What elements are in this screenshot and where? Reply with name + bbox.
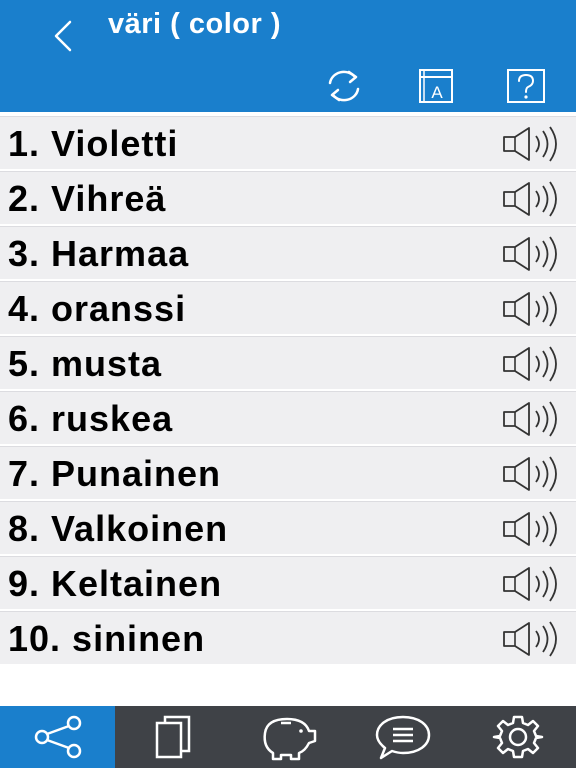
- word-row[interactable]: 5. musta: [0, 336, 576, 389]
- speaker-icon: [503, 456, 557, 492]
- refresh-button[interactable]: [322, 66, 366, 106]
- word-list: 1. Violetti 2. Vihreä 3. Harmaa 4. oranssi 5…: [0, 116, 576, 666]
- word-row[interactable]: 7. Punainen: [0, 446, 576, 499]
- play-audio-button[interactable]: [500, 510, 566, 548]
- speaker-icon: [503, 291, 557, 327]
- play-audio-button[interactable]: [500, 455, 566, 493]
- tab-chat[interactable]: [346, 706, 461, 768]
- play-audio-button[interactable]: [500, 565, 566, 603]
- speaker-icon: [503, 401, 557, 437]
- play-audio-button[interactable]: [500, 620, 566, 658]
- play-audio-button[interactable]: [500, 290, 566, 328]
- speaker-icon: [503, 236, 557, 272]
- word-row[interactable]: 6. ruskea: [0, 391, 576, 444]
- help-button[interactable]: [504, 66, 548, 106]
- tab-cards[interactable]: [115, 706, 230, 768]
- word-label: 9. Keltainen: [8, 563, 223, 604]
- word-label: 1. Violetti: [8, 123, 179, 164]
- share-icon: [28, 715, 88, 759]
- speaker-icon: [503, 621, 557, 657]
- word-label: 8. Valkoinen: [8, 508, 229, 549]
- play-audio-button[interactable]: [500, 180, 566, 218]
- speaker-icon: [503, 346, 557, 382]
- bottom-nav: [0, 706, 576, 768]
- piggy-bank-icon: [255, 713, 321, 761]
- play-audio-button[interactable]: [500, 345, 566, 383]
- tab-settings[interactable]: [461, 706, 576, 768]
- word-row[interactable]: 4. oranssi: [0, 281, 576, 334]
- tab-share[interactable]: [0, 706, 116, 768]
- word-label: 2. Vihreä: [8, 178, 167, 219]
- word-row[interactable]: 1. Violetti: [0, 116, 576, 169]
- header-bar: väri ( color ) A: [0, 0, 576, 112]
- back-button[interactable]: [44, 18, 84, 54]
- word-row[interactable]: 10. sininen: [0, 611, 576, 664]
- play-audio-button[interactable]: [500, 125, 566, 163]
- word-label: 6. ruskea: [8, 398, 174, 439]
- page-title: väri ( color ): [108, 8, 281, 40]
- speaker-icon: [503, 181, 557, 217]
- word-label: 4. oranssi: [8, 288, 187, 329]
- word-row[interactable]: 8. Valkoinen: [0, 501, 576, 554]
- dictionary-button[interactable]: A: [414, 66, 458, 106]
- refresh-icon: [328, 70, 360, 102]
- word-label: 10. sininen: [8, 618, 206, 659]
- chevron-left-icon: [54, 20, 72, 52]
- play-audio-button[interactable]: [500, 400, 566, 438]
- speaker-icon: [503, 126, 557, 162]
- play-audio-button[interactable]: [500, 235, 566, 273]
- speaker-icon: [503, 566, 557, 602]
- svg-text:A: A: [431, 83, 443, 102]
- speaker-icon: [503, 511, 557, 547]
- word-label: 5. musta: [8, 343, 163, 384]
- word-label: 3. Harmaa: [8, 233, 190, 274]
- chat-icon: [373, 713, 433, 761]
- cards-icon: [143, 713, 203, 761]
- tab-piggy-bank[interactable]: [230, 706, 345, 768]
- settings-icon: [488, 712, 548, 762]
- word-row[interactable]: 3. Harmaa: [0, 226, 576, 279]
- help-icon: [507, 69, 545, 103]
- word-label: 7. Punainen: [8, 453, 222, 494]
- word-row[interactable]: 9. Keltainen: [0, 556, 576, 609]
- word-row[interactable]: 2. Vihreä: [0, 171, 576, 224]
- dictionary-icon: A: [419, 69, 453, 103]
